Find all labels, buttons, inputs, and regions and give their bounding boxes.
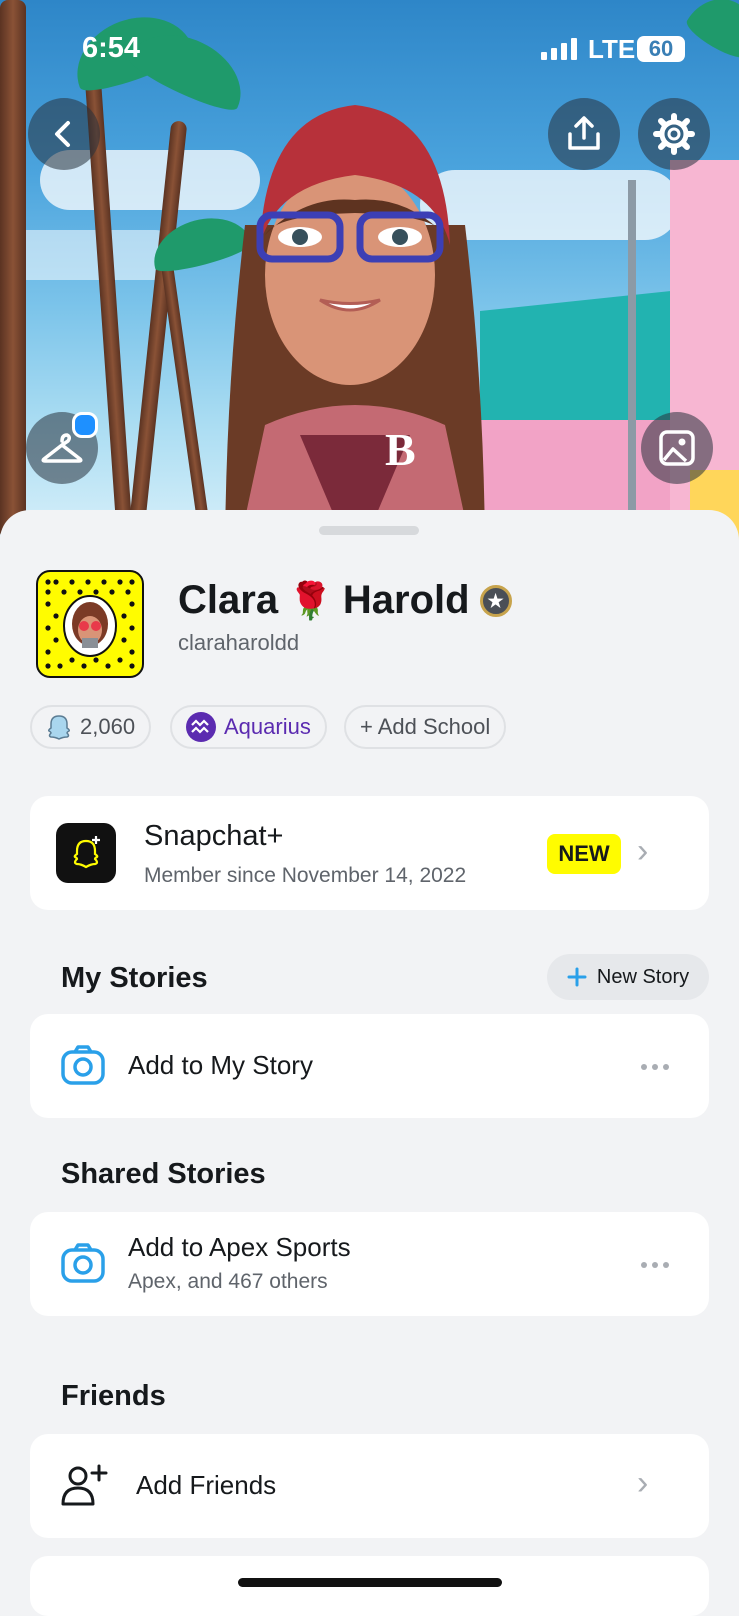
battery-level: 60 (637, 36, 685, 62)
snap-score-chip[interactable]: 2,060 (30, 705, 152, 749)
snapchat-plus-logo-icon (56, 823, 116, 883)
share-profile-button[interactable] (548, 98, 620, 170)
image-icon (659, 430, 695, 466)
shared-story-row[interactable]: Add to Apex Sports Apex, and 467 others (30, 1212, 709, 1316)
shared-story-subtitle: Apex, and 467 others (128, 1270, 328, 1293)
add-to-my-story-row[interactable]: Add to My Story (30, 1014, 709, 1118)
back-button[interactable] (28, 98, 100, 170)
snapcode[interactable] (36, 570, 144, 678)
chevron-right-icon: › (637, 1464, 649, 1502)
status-time: 6:54 (82, 32, 141, 64)
my-stories-heading: My Stories (61, 962, 208, 994)
username: claraharoldd (178, 630, 300, 655)
last-name: Harold (342, 578, 470, 622)
rose-emoji: 🌹 (288, 579, 333, 621)
snap-score-value: 2,060 (80, 714, 136, 739)
cellular-signal-icon (541, 38, 577, 60)
chevron-right-icon: › (637, 832, 649, 870)
add-school-chip[interactable]: + Add School (344, 705, 507, 749)
notification-dot (72, 412, 98, 438)
share-upload-icon (568, 116, 600, 150)
shared-stories-heading: Shared Stories (61, 1158, 266, 1190)
svg-text:B: B (385, 424, 416, 475)
bitmoji-avatar: B (225, 105, 485, 560)
add-to-my-story-label: Add to My Story (128, 1050, 313, 1080)
camera-icon (61, 1045, 105, 1085)
profile-sheet: Clara 🌹 Harold ★ claraharoldd 2,060 Aqua… (0, 510, 739, 1616)
new-badge: NEW (547, 834, 621, 874)
friends-heading: Friends (61, 1380, 166, 1412)
plus-icon (567, 967, 587, 987)
new-story-label: New Story (596, 965, 690, 988)
display-name: Clara 🌹 Harold ★ (178, 578, 512, 623)
sheet-grab-handle[interactable] (319, 526, 419, 535)
settings-button[interactable] (638, 98, 710, 170)
status-bar: 6:54 LTE 60 (0, 30, 739, 70)
snapchat-plus-subtitle: Member since November 14, 2022 (144, 864, 467, 887)
zodiac-label: Aquarius (224, 714, 311, 739)
camera-icon (61, 1243, 105, 1283)
snapchat-plus-star-icon[interactable]: ★ (479, 584, 512, 617)
snapcode-dots-icon (45, 579, 135, 669)
ghost-icon (48, 715, 70, 740)
network-type: LTE (588, 34, 636, 64)
new-story-button[interactable]: New Story (547, 954, 709, 1000)
more-options-icon[interactable] (641, 1064, 669, 1070)
add-school-label: + Add School (360, 714, 491, 739)
bitmoji-scene-background: B (0, 0, 739, 560)
snapchat-plus-card[interactable]: Snapchat+ Member since November 14, 2022… (30, 796, 709, 910)
chevron-left-icon (55, 121, 70, 147)
add-friends-row[interactable]: Add Friends › (30, 1434, 709, 1538)
shared-story-title: Add to Apex Sports (128, 1232, 351, 1262)
aquarius-icon (186, 712, 216, 742)
add-friend-icon (61, 1464, 108, 1506)
first-name: Clara (178, 578, 279, 622)
more-options-icon[interactable] (641, 1262, 669, 1268)
gear-icon (653, 113, 695, 155)
snapchat-plus-title: Snapchat+ (144, 820, 284, 852)
change-background-button[interactable] (641, 412, 713, 484)
home-indicator[interactable] (238, 1578, 502, 1587)
add-friends-label: Add Friends (136, 1470, 277, 1500)
zodiac-chip[interactable]: Aquarius (170, 705, 327, 749)
outfit-button[interactable] (26, 412, 98, 484)
